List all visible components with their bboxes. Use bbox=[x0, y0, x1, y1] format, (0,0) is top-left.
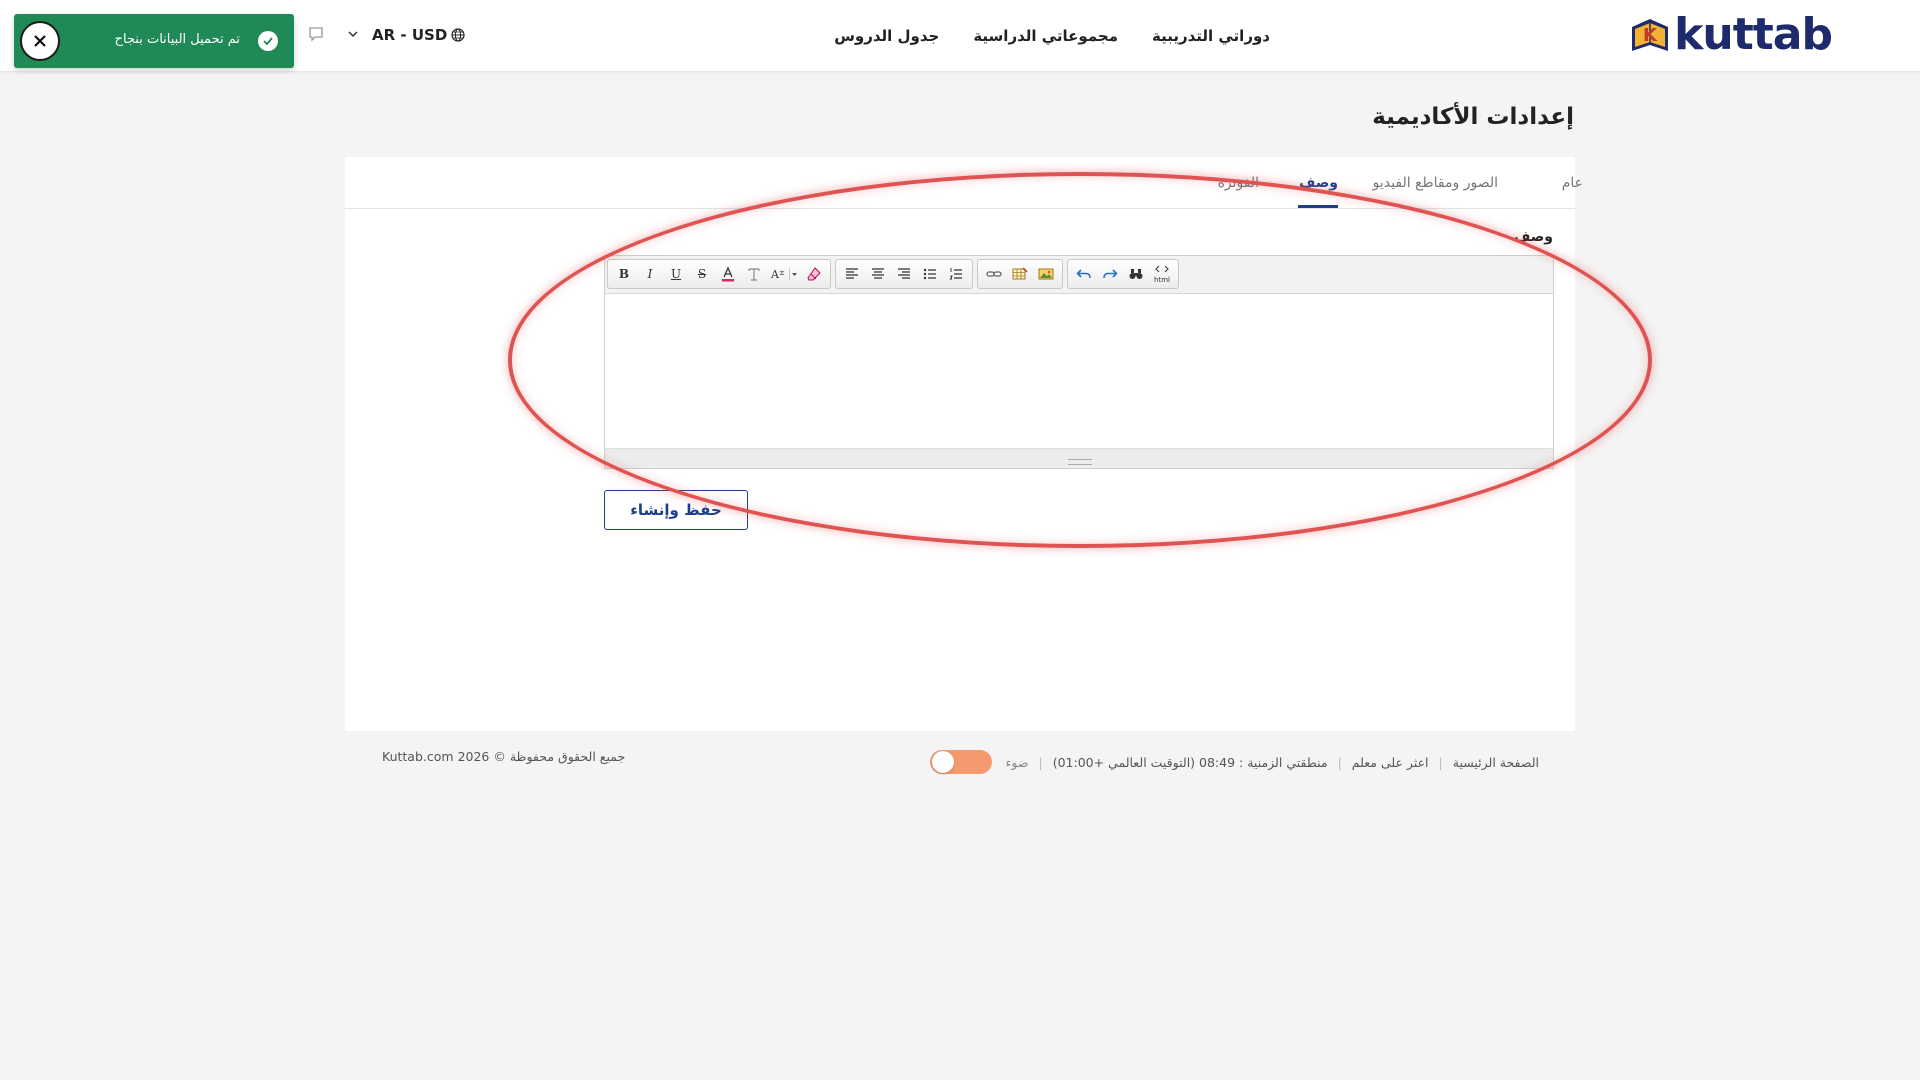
tab-description[interactable]: وصف bbox=[1299, 175, 1338, 191]
tab-images-videos[interactable]: الصور ومقاطع الفيديو bbox=[1373, 175, 1498, 191]
toggle-knob bbox=[931, 751, 954, 773]
nav-study-groups[interactable]: مجموعاتي الدراسية bbox=[973, 27, 1118, 45]
text-color-button[interactable] bbox=[715, 261, 741, 287]
tab-billing[interactable]: الفوترة bbox=[1218, 175, 1259, 191]
resize-handle[interactable] bbox=[1068, 459, 1092, 465]
binoculars-icon bbox=[1129, 269, 1143, 279]
nav-lesson-schedule[interactable]: جدول الدروس bbox=[834, 27, 939, 45]
align-left-icon bbox=[846, 268, 858, 279]
italic-button[interactable]: I bbox=[637, 261, 663, 287]
html-source-button[interactable]: html bbox=[1149, 261, 1175, 287]
font-style-button[interactable] bbox=[741, 261, 767, 287]
toast-message: تم تحميل البيانات بنجاح bbox=[114, 32, 240, 47]
main-nav: جدول الدروس مجموعاتي الدراسية دوراتي الت… bbox=[834, 0, 1270, 72]
table-button[interactable] bbox=[1007, 261, 1033, 287]
font-size-icon: A ± bbox=[770, 268, 797, 281]
link-button[interactable] bbox=[981, 261, 1007, 287]
theme-label: ضوء bbox=[1005, 754, 1029, 770]
editor-toolbar: B I U S A ± html bbox=[605, 256, 1553, 294]
svg-text:±: ± bbox=[779, 269, 785, 277]
rich-text-editor: B I U S A ± html bbox=[604, 255, 1554, 469]
chevron-down-icon[interactable] bbox=[345, 26, 361, 42]
success-toast: تم تحميل البيانات بنجاح bbox=[14, 14, 294, 68]
eraser-icon bbox=[807, 267, 821, 281]
copyright-text: جميع الحقوق محفوظة © 2026 Kuttab.com bbox=[382, 749, 626, 764]
close-icon bbox=[34, 35, 46, 47]
page-footer: الصفحة الرئيسية | اعثر على معلم | منطقتي… bbox=[345, 742, 1575, 774]
redo-button[interactable] bbox=[1097, 261, 1123, 287]
logo-text: kuttab bbox=[1674, 9, 1833, 60]
footer-separator: | bbox=[1337, 754, 1342, 770]
undo-button[interactable] bbox=[1071, 261, 1097, 287]
footer-link-find-teacher[interactable]: اعثر على معلم bbox=[1352, 755, 1429, 770]
book-logo-icon: K bbox=[1628, 13, 1672, 57]
theme-toggle[interactable] bbox=[929, 750, 992, 774]
description-editor-input[interactable] bbox=[605, 294, 1553, 448]
page-title: إعدادات الأكاديمية bbox=[1372, 104, 1574, 130]
table-icon bbox=[1012, 267, 1028, 280]
image-button[interactable] bbox=[1033, 261, 1059, 287]
font-style-icon bbox=[748, 268, 760, 281]
settings-card: عام الصور ومقاطع الفيديو وصف الفوترة وصف… bbox=[345, 157, 1583, 731]
language-currency-label: AR - USD bbox=[372, 26, 448, 44]
align-right-button[interactable] bbox=[891, 261, 917, 287]
numbered-list-icon bbox=[949, 268, 962, 280]
svg-text:K: K bbox=[1643, 25, 1658, 46]
font-size-dropdown[interactable]: A ± bbox=[767, 261, 801, 287]
toolbar-group-format: B I U S A ± bbox=[607, 259, 831, 289]
footer-link-home[interactable]: الصفحة الرئيسية bbox=[1453, 755, 1539, 770]
find-replace-button[interactable] bbox=[1123, 261, 1149, 287]
footer-timezone[interactable]: منطقتي الزمنية : 08:49 (التوقيت العالمي … bbox=[1053, 755, 1328, 770]
footer-separator: | bbox=[1038, 754, 1043, 770]
nav-training-courses[interactable]: دوراتي التدريبية bbox=[1152, 27, 1270, 45]
active-tab-indicator bbox=[1298, 205, 1338, 208]
bullet-list-button[interactable] bbox=[917, 261, 943, 287]
align-center-icon bbox=[872, 268, 884, 279]
bold-button[interactable]: B bbox=[611, 261, 637, 287]
chat-icon[interactable] bbox=[307, 25, 325, 43]
numbered-list-button[interactable] bbox=[943, 261, 969, 287]
underline-button[interactable]: U bbox=[663, 261, 689, 287]
kuttab-logo[interactable]: K kuttab bbox=[1628, 9, 1833, 60]
editor-statusbar bbox=[605, 448, 1553, 468]
footer-links: الصفحة الرئيسية | اعثر على معلم | منطقتي… bbox=[929, 750, 1539, 774]
html-source-label: html bbox=[1154, 276, 1170, 284]
toolbar-group-insert bbox=[977, 259, 1063, 289]
align-left-button[interactable] bbox=[839, 261, 865, 287]
eraser-button[interactable] bbox=[801, 261, 827, 287]
redo-icon bbox=[1103, 269, 1118, 279]
globe-icon bbox=[451, 28, 465, 42]
settings-tabs: عام الصور ومقاطع الفيديو وصف الفوترة bbox=[345, 157, 1583, 209]
image-icon bbox=[1038, 268, 1054, 280]
language-currency-selector[interactable]: AR - USD bbox=[372, 24, 465, 46]
toolbar-group-history: html bbox=[1067, 259, 1179, 289]
toolbar-group-paragraph bbox=[835, 259, 973, 289]
align-center-button[interactable] bbox=[865, 261, 891, 287]
link-icon bbox=[986, 271, 1002, 277]
tab-general[interactable]: عام bbox=[1562, 175, 1583, 191]
text-color-icon bbox=[722, 266, 734, 282]
bullet-list-icon bbox=[923, 268, 936, 280]
toast-close-button[interactable] bbox=[20, 21, 60, 61]
footer-separator: | bbox=[1438, 754, 1443, 770]
description-label: وصف bbox=[1514, 229, 1553, 245]
save-and-create-button[interactable]: حفظ وإنشاء bbox=[604, 490, 748, 530]
align-right-icon bbox=[898, 268, 910, 279]
check-icon bbox=[258, 31, 278, 51]
undo-icon bbox=[1076, 269, 1091, 279]
strikethrough-button[interactable]: S bbox=[689, 261, 715, 287]
